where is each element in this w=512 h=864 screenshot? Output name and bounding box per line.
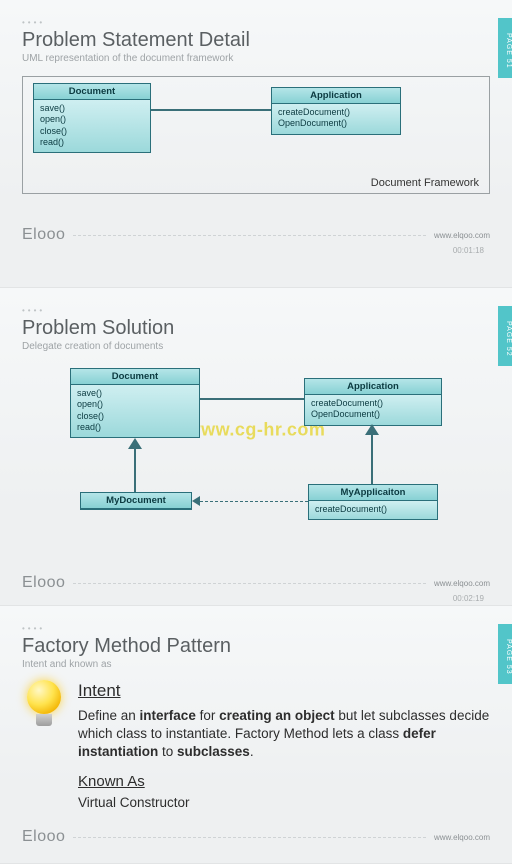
uml-class-title: MyApplicaiton — [309, 485, 437, 501]
text-bold: subclasses — [177, 744, 250, 759]
uml-association-line — [200, 398, 304, 400]
slide-problem-statement: PAGE 51 •••• Problem Statement Detail UM… — [0, 0, 512, 288]
uml-generalization-line — [371, 435, 373, 484]
timestamp: 00:02:19 — [22, 592, 490, 603]
uml-method: open() — [40, 114, 144, 125]
page-tab: PAGE 53 — [498, 624, 512, 684]
text: for — [196, 708, 219, 723]
uml-method: createDocument() — [311, 398, 435, 409]
slide-subtitle: Delegate creation of documents — [22, 341, 490, 352]
slide-problem-solution: PAGE 52 •••• Problem Solution Delegate c… — [0, 288, 512, 606]
footer-rule — [73, 837, 426, 838]
uml-generalization-arrow — [365, 424, 379, 435]
intent-heading: Intent — [78, 680, 490, 703]
page-tab: PAGE 52 — [498, 306, 512, 366]
text-bold: interface — [140, 708, 196, 723]
uml-class-methods: save() open() close() read() — [34, 100, 150, 152]
page-tab: PAGE 51 — [498, 18, 512, 78]
slide-subtitle: Intent and known as — [22, 659, 490, 670]
uml-generalization-line — [134, 449, 136, 492]
uml-method: OpenDocument() — [311, 409, 435, 420]
lightbulb-icon — [22, 680, 66, 736]
uml-method: save() — [40, 103, 144, 114]
uml-method: read() — [40, 137, 144, 148]
text: . — [250, 744, 254, 759]
uml-dependency-line — [200, 501, 308, 502]
decor-dots: •••• — [22, 18, 490, 27]
uml-generalization-arrow — [128, 438, 142, 449]
uml-class-methods: save() open() close() read() — [71, 385, 199, 437]
uml-class-title: MyDocument — [81, 493, 191, 509]
slide-footer: Elooo www.elqoo.com — [22, 570, 490, 592]
intent-text-block: Intent Define an interface for creating … — [78, 680, 490, 812]
decor-dots: •••• — [22, 624, 490, 633]
uml-class-mydocument: MyDocument — [80, 492, 192, 510]
uml-method: read() — [77, 422, 193, 433]
brand-logo: Elooo — [22, 226, 65, 244]
uml-class-title: Document — [71, 369, 199, 385]
uml-class-application: Application createDocument() OpenDocumen… — [271, 87, 401, 135]
text-bold: creating an object — [219, 708, 335, 723]
slide-title: Factory Method Pattern — [22, 635, 490, 657]
text: Define an — [78, 708, 140, 723]
uml-class-methods: createDocument() OpenDocument() — [305, 395, 441, 425]
slide-footer: Elooo www.elqoo.com — [22, 222, 490, 244]
uml-class-methods: createDocument() — [309, 501, 437, 519]
footer-rule — [73, 583, 426, 584]
uml-class-document: Document save() open() close() read() — [70, 368, 200, 438]
slide-title: Problem Statement Detail — [22, 29, 490, 51]
uml-diagram: www.cg-hr.com Document save() open() clo… — [22, 362, 490, 542]
uml-method: close() — [40, 126, 144, 137]
slide-factory-method: PAGE 53 •••• Factory Method Pattern Inte… — [0, 606, 512, 864]
footer-url: www.elqoo.com — [434, 579, 490, 588]
brand-logo: Elooo — [22, 828, 65, 846]
document-framework-frame: Document save() open() close() read() Ap… — [22, 76, 490, 194]
timestamp: 00:01:18 — [22, 244, 490, 255]
footer-rule — [73, 235, 426, 236]
uml-class-title: Application — [272, 88, 400, 104]
uml-method: close() — [77, 411, 193, 422]
uml-class-myapplication: MyApplicaiton createDocument() — [308, 484, 438, 520]
uml-method: createDocument() — [278, 107, 394, 118]
uml-method: save() — [77, 388, 193, 399]
decor-dots: •••• — [22, 306, 490, 315]
uml-class-application: Application createDocument() OpenDocumen… — [304, 378, 442, 426]
frame-label: Document Framework — [371, 177, 479, 189]
uml-method: open() — [77, 399, 193, 410]
text: to — [158, 744, 177, 759]
uml-dependency-arrow — [192, 496, 200, 506]
uml-class-document: Document save() open() close() read() — [33, 83, 151, 153]
footer-url: www.elqoo.com — [434, 833, 490, 842]
slide-footer: Elooo www.elqoo.com — [22, 824, 490, 846]
slide-subtitle: UML representation of the document frame… — [22, 53, 490, 64]
uml-class-title: Application — [305, 379, 441, 395]
uml-association-line — [151, 109, 271, 111]
slide-title: Problem Solution — [22, 317, 490, 339]
known-as-heading: Known As — [78, 772, 490, 792]
footer-url: www.elqoo.com — [434, 231, 490, 240]
known-as-text: Virtual Constructor — [78, 794, 490, 812]
uml-method: createDocument() — [315, 504, 431, 515]
intent-body: Define an interface for creating an obje… — [78, 707, 490, 762]
brand-logo: Elooo — [22, 574, 65, 592]
uml-method: OpenDocument() — [278, 118, 394, 129]
uml-class-methods: createDocument() OpenDocument() — [272, 104, 400, 134]
uml-class-title: Document — [34, 84, 150, 100]
intent-row: Intent Define an interface for creating … — [22, 680, 490, 812]
